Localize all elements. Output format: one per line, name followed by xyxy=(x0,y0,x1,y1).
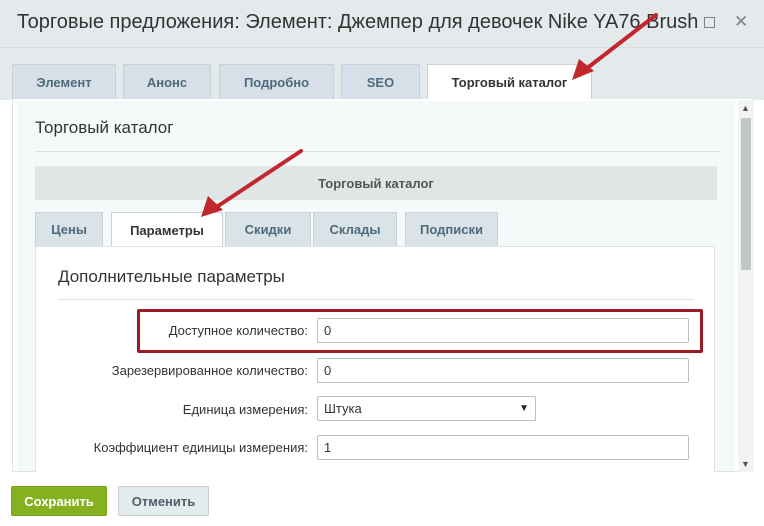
divider xyxy=(35,151,721,152)
divider xyxy=(58,299,694,300)
params-title: Дополнительные параметры xyxy=(58,267,285,286)
close-icon[interactable]: ✕ xyxy=(734,12,748,32)
unit-select[interactable]: Штука ▼ xyxy=(317,396,536,421)
scroll-down-icon[interactable]: ▼ xyxy=(741,459,750,469)
tab-element[interactable]: Элемент xyxy=(12,64,116,99)
window-title: Торговые предложения: Элемент: Джемпер д… xyxy=(17,11,697,33)
params-panel: Дополнительные параметры Доступное колич… xyxy=(35,246,715,472)
reserved-qty-label: Зарезервированное количество: xyxy=(111,363,308,378)
available-qty-label: Доступное количество: xyxy=(168,323,308,338)
top-tab-bar: Элемент Анонс Подробно SEO Торговый ката… xyxy=(0,48,764,100)
unit-select-value: Штука xyxy=(324,401,362,416)
minimize-icon[interactable] xyxy=(704,17,715,28)
sub-header: Торговый каталог xyxy=(35,166,717,200)
section-title: Торговый каталог xyxy=(35,118,174,137)
available-qty-input[interactable] xyxy=(317,318,689,343)
unit-ratio-input[interactable] xyxy=(317,435,689,460)
scroll-up-icon[interactable]: ▲ xyxy=(741,103,750,113)
subtab-discounts[interactable]: Скидки xyxy=(225,212,311,246)
reserved-qty-input[interactable] xyxy=(317,358,689,383)
cancel-button[interactable]: Отменить xyxy=(118,486,209,516)
unit-label: Единица измерения: xyxy=(182,402,308,417)
tab-announce[interactable]: Анонс xyxy=(123,64,211,99)
subtab-parameters[interactable]: Параметры xyxy=(111,212,223,247)
footer-bar: Сохранить Отменить xyxy=(0,472,764,526)
subtab-subscriptions[interactable]: Подписки xyxy=(405,212,498,246)
subtab-prices[interactable]: Цены xyxy=(35,212,103,246)
tab-seo[interactable]: SEO xyxy=(341,64,420,99)
catalog-section: Торговый каталог Торговый каталог Цены П… xyxy=(17,101,735,472)
subtab-warehouses[interactable]: Склады xyxy=(313,212,397,246)
tab-details[interactable]: Подробно xyxy=(219,64,334,99)
scroll-thumb[interactable] xyxy=(741,118,751,270)
dropdown-arrow-icon: ▼ xyxy=(519,403,529,414)
window-titlebar: Торговые предложения: Элемент: Джемпер д… xyxy=(0,0,764,48)
scrollbar[interactable]: ▲ ▼ xyxy=(738,100,754,472)
tab-trade-catalog[interactable]: Торговый каталог xyxy=(427,64,592,100)
main-panel: Торговый каталог Торговый каталог Цены П… xyxy=(12,99,754,472)
unit-ratio-label: Коэффициент единицы измерения: xyxy=(93,440,308,455)
save-button[interactable]: Сохранить xyxy=(11,486,107,516)
